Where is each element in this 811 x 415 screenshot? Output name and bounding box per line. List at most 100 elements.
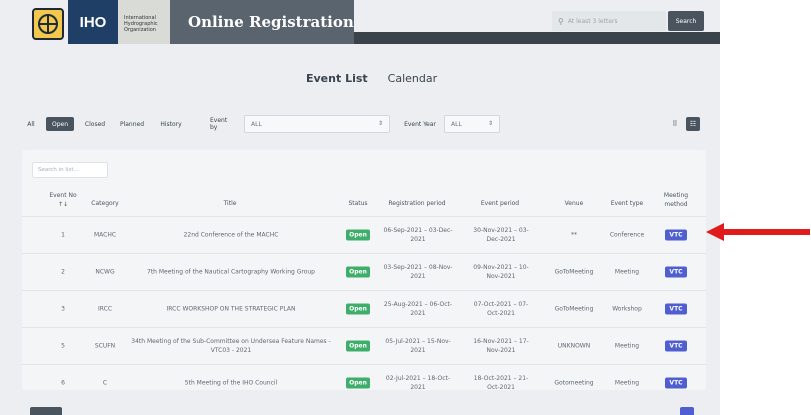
cell-registration: 02-Jul-2021 – 18-Oct-2021: [385, 375, 451, 391]
cell-event-type: Meeting: [614, 268, 640, 276]
col-event-type[interactable]: Event type: [606, 200, 648, 207]
tab-calendar[interactable]: Calendar: [388, 72, 437, 85]
cell-venue: GoToMeeting: [554, 268, 594, 276]
page-size-button[interactable]: [30, 407, 62, 415]
cell-event-type: Meeting: [614, 342, 640, 350]
col-status[interactable]: Status: [340, 200, 376, 207]
filter-all[interactable]: All: [22, 117, 40, 131]
col-registration[interactable]: Registration period: [376, 200, 458, 207]
header-strip: [354, 32, 720, 44]
col-meeting-method[interactable]: Meeting method: [654, 191, 698, 209]
cell-title: 34th Meeting of the Sub-Committee on Und…: [131, 338, 331, 354]
tab-event-list[interactable]: Event List: [306, 72, 368, 85]
table-header: Event No ↑↓ Category Title Status Regist…: [22, 186, 706, 216]
iho-emblem-icon[interactable]: [32, 8, 64, 40]
cell-event-type: Workshop: [612, 305, 642, 313]
filter-open[interactable]: Open: [46, 117, 74, 131]
event-by-value: ALL: [251, 120, 262, 128]
cell-registration: 03-Sep-2021 – 08-Nov-2021: [383, 264, 453, 280]
col-venue[interactable]: Venue: [546, 200, 602, 207]
cell-meeting-method: VTC: [654, 266, 698, 278]
col-event-period[interactable]: Event period: [462, 200, 538, 207]
event-by-label: Event by: [210, 117, 228, 131]
status-badge[interactable]: Open: [346, 266, 370, 278]
cell-event-no: 1: [61, 231, 65, 239]
cell-event-no: 3: [61, 305, 65, 313]
org-name: International Hydrographic Organization: [118, 0, 170, 44]
arrow-shape: [706, 223, 810, 241]
status-badge[interactable]: Open: [346, 303, 370, 315]
magnifier-icon: ⚲: [558, 16, 564, 26]
cell-event-period: 07-Oct-2021 – 07-Oct-2021: [473, 301, 529, 317]
cell-event-period: 09-Nov-2021 – 10-Nov-2021: [473, 264, 529, 280]
filter-planned[interactable]: Planned: [115, 117, 149, 131]
select-arrow-icon: ⇕: [487, 120, 493, 127]
cell-category: NCWG: [95, 268, 115, 276]
cell-title: 5th Meeting of the IHO Council: [184, 379, 278, 387]
event-year-select[interactable]: ALL ⇕: [444, 115, 500, 133]
cell-registration: 06-Sep-2021 – 03-Dec-2021: [383, 227, 453, 243]
table-row[interactable]: 6 C 5th Meeting of the IHO Council Open 02-J…: [22, 364, 706, 401]
logo-text[interactable]: IHO: [68, 0, 118, 44]
cell-status: Open: [340, 303, 376, 315]
status-badge[interactable]: Open: [346, 340, 370, 352]
meeting-method-badge[interactable]: VTC: [665, 340, 687, 352]
table-row[interactable]: 1 MACHC 22nd Conference of the MACHC Open 06…: [22, 216, 706, 253]
cell-status: Open: [340, 340, 376, 352]
meeting-method-badge[interactable]: VTC: [665, 303, 687, 315]
list-search-input[interactable]: Search in list...: [32, 162, 108, 178]
cell-event-period: 18-Oct-2021 – 21-Oct-2021: [473, 375, 529, 391]
cell-venue: Gotomeeting: [554, 379, 594, 387]
cell-title: 22nd Conference of the MACHC: [183, 231, 279, 239]
status-badge[interactable]: Open: [346, 229, 370, 241]
search-input[interactable]: ⚲ At least 3 letters: [552, 11, 666, 31]
event-year-value: ALL: [451, 120, 462, 128]
cell-status: Open: [340, 377, 376, 389]
list-icon[interactable]: ☷: [686, 117, 700, 131]
cell-registration: 05-Jul-2021 – 15-Nov-2021: [385, 338, 451, 354]
cell-venue: UNKNOWN: [557, 342, 591, 350]
table-row[interactable]: 5 SCUFN 34th Meeting of the Sub-Committee …: [22, 327, 706, 364]
filter-history[interactable]: History: [155, 117, 187, 131]
cell-event-type: Conference: [609, 231, 645, 239]
status-badge[interactable]: Open: [346, 377, 370, 389]
search-placeholder: At least 3 letters: [567, 17, 618, 25]
table-row[interactable]: 3 IRCC IRCC WORKSHOP ON THE STRATEGIC PLAN…: [22, 290, 706, 327]
cell-title: 7th Meeting of the Nautical Cartography …: [147, 268, 315, 276]
filter-closed[interactable]: Closed: [80, 117, 110, 131]
cell-status: Open: [340, 266, 376, 278]
cell-title: IRCC WORKSHOP ON THE STRATEGIC PLAN: [166, 305, 296, 313]
cell-venue: GoToMeeting: [554, 305, 594, 313]
cell-meeting-method: VTC: [654, 340, 698, 352]
col-title[interactable]: Title: [130, 200, 330, 207]
cell-meeting-method: VTC: [654, 377, 698, 389]
cell-category: SCUFN: [94, 342, 116, 350]
cell-status: Open: [340, 229, 376, 241]
screen: IHO International Hydrographic Organizat…: [0, 0, 720, 415]
cell-event-period: 30-Nov-2021 – 03-Dec-2021: [473, 227, 529, 243]
cell-event-no: 6: [61, 379, 65, 387]
meeting-method-badge[interactable]: VTC: [665, 229, 687, 241]
app-title: Online Registration: [170, 0, 354, 44]
cell-event-no: 5: [61, 342, 65, 350]
col-event-no[interactable]: Event No ↑↓: [48, 191, 78, 209]
cell-event-period: 16-Nov-2021 – 17-Nov-2021: [473, 338, 529, 354]
cell-meeting-method: VTC: [654, 229, 698, 241]
grid-icon[interactable]: ⠿: [668, 117, 682, 131]
org-line: Organization: [124, 27, 156, 33]
page-button[interactable]: [680, 407, 694, 415]
cell-meeting-method: VTC: [654, 303, 698, 315]
header: IHO International Hydrographic Organizat…: [0, 0, 720, 52]
cell-event-no: 2: [61, 268, 65, 276]
cell-registration: 25-Aug-2021 – 06-Oct-2021: [383, 301, 453, 317]
search-button[interactable]: Search: [668, 11, 704, 31]
meeting-method-badge[interactable]: VTC: [665, 377, 687, 389]
meeting-method-badge[interactable]: VTC: [665, 266, 687, 278]
cell-event-type: Meeting: [614, 379, 640, 387]
select-arrow-icon: ⇕: [377, 120, 383, 127]
table-row[interactable]: 2 NCWG 7th Meeting of the Nautical Cartogr…: [22, 253, 706, 290]
col-category[interactable]: Category: [80, 200, 130, 207]
event-by-select[interactable]: ALL ⇕: [244, 115, 390, 133]
cell-category: C: [102, 379, 108, 387]
event-year-label: Event Year: [404, 120, 436, 128]
